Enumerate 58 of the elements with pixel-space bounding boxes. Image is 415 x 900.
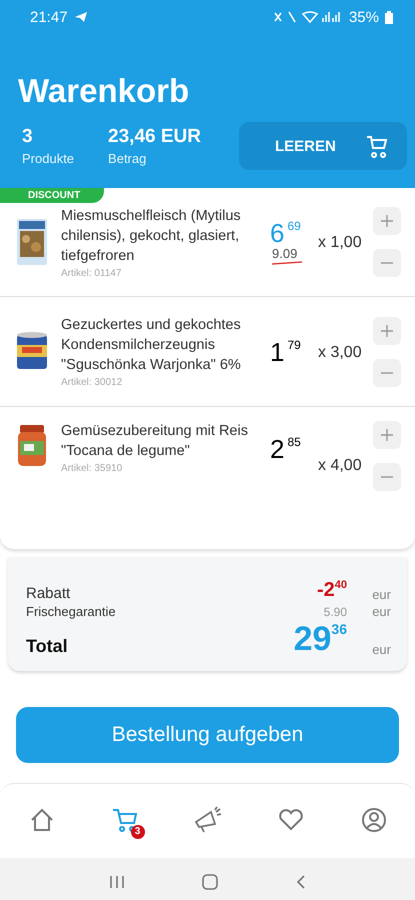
total-cents: 36 <box>331 621 347 637</box>
discount-cents: 40 <box>334 579 347 591</box>
product-name: Gezuckertes und gekochtes Kondensmilcherzeugnis "Sguschönka Warjonka" 6% <box>61 316 242 375</box>
increase-button[interactable] <box>373 421 401 449</box>
currency-unit: eur <box>371 604 391 619</box>
fee-amount: 5.90 <box>324 605 347 619</box>
signal-icon <box>272 10 343 24</box>
nav-tab[interactable]: 3 <box>104 801 144 841</box>
profile-icon <box>360 806 386 832</box>
article-number: Artikel: 01147 <box>61 268 122 278</box>
send-icon <box>74 11 88 23</box>
price: 2 <box>270 435 284 463</box>
cart-icon <box>110 806 138 832</box>
price-cents: 69 <box>287 219 301 233</box>
stat-value: 23,46 EUR <box>108 126 201 148</box>
discount-tag: DISCOUNT <box>0 188 104 203</box>
battery-icon <box>385 10 393 24</box>
count-badge: 3 <box>130 825 144 839</box>
price: 6 <box>270 219 284 247</box>
currency-unit: eur <box>371 642 391 657</box>
back-icon[interactable] <box>296 874 306 890</box>
increase-button[interactable] <box>373 316 401 344</box>
stat-label: Betrag <box>108 151 148 166</box>
price: 1 <box>270 338 284 366</box>
recents-icon[interactable] <box>108 875 125 889</box>
increase-button[interactable] <box>373 207 401 235</box>
product-name: Gemüsezubereitung mit Reis "Tocana de legume" <box>61 422 249 461</box>
plus-icon <box>381 324 393 336</box>
megaphone-icon <box>192 806 222 834</box>
clear-cart-button[interactable]: LEEREN <box>239 122 407 170</box>
home-button-icon[interactable] <box>202 874 218 890</box>
old-price: 9.09 <box>272 247 298 261</box>
stat-label: Produkte <box>22 151 74 166</box>
currency-unit: eur <box>371 587 391 602</box>
summary-label: Frischegarantie <box>26 604 117 619</box>
strike-line <box>272 261 302 265</box>
plus-icon <box>381 215 393 227</box>
price-cents: 85 <box>287 435 301 449</box>
plus-icon <box>381 429 393 441</box>
price-cents: 79 <box>287 338 301 352</box>
article-number: Artikel: 35910 <box>61 463 124 474</box>
place-order-button[interactable]: Bestellung aufgeben <box>16 707 399 763</box>
summary-label: Rabatt <box>26 585 72 602</box>
discount-amount: -2 <box>316 579 335 602</box>
product-name: Miesmuschelfleisch (Mytilus chilensis), gekocht, glasiert, tiefgefroren <box>61 206 242 266</box>
page-title: Warenkorb <box>18 72 190 110</box>
summary-label: Total <box>26 636 69 657</box>
article-number: Artikel: 30012 <box>61 377 124 388</box>
heart-icon <box>278 808 304 832</box>
quantity: x 4,00 <box>318 457 363 475</box>
battery-level: 35% <box>348 8 379 26</box>
total-amount: 29 <box>294 621 332 657</box>
quantity: x 3,00 <box>318 344 363 362</box>
stat-value: 3 <box>22 126 34 148</box>
home-icon <box>28 806 54 832</box>
cart-icon <box>365 134 389 158</box>
status-time: 21:47 <box>30 8 68 26</box>
quantity: x 1,00 <box>318 234 363 252</box>
